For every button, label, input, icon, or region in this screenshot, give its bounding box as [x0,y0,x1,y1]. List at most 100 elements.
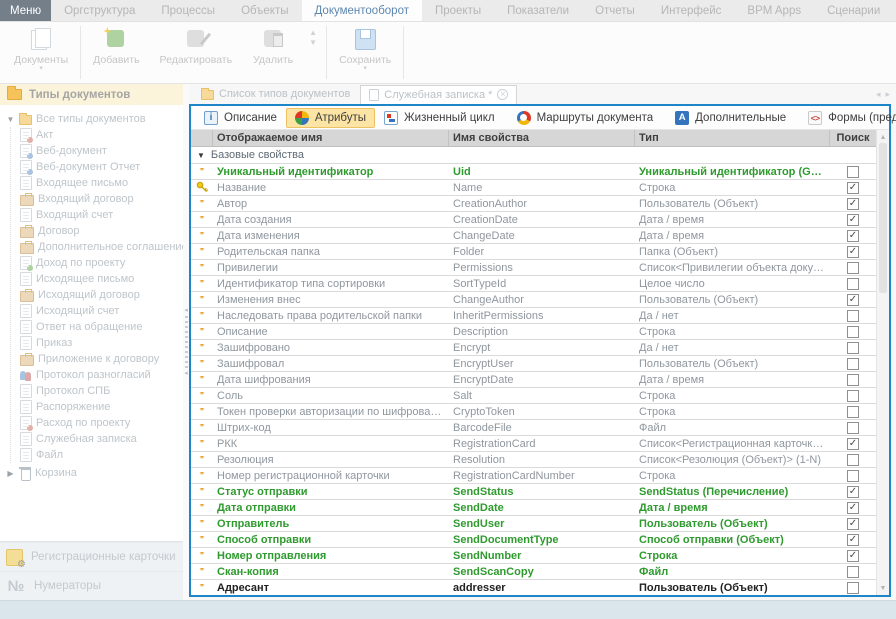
table-row-Name[interactable]: Название Name Строка ✓ [191,179,876,195]
tree-item-14[interactable]: Приложение к договору [11,351,183,367]
search-checkbox[interactable] [847,166,859,178]
table-row-EncryptDate[interactable]: * Дата шифрования EncryptDate Дата / вре… [191,371,876,387]
collapse-left-icon[interactable]: ◂ [184,370,188,377]
table-row-BarcodeFile[interactable]: * Штрих-код BarcodeFile Файл [191,419,876,435]
save-button[interactable]: Сохранить ▾ [329,22,401,83]
splitter-handle[interactable] [185,316,188,368]
scrollbar-thumb[interactable] [879,143,887,293]
tree-item-15[interactable]: Протокол разногласий [11,367,183,383]
registration-cards-pane[interactable]: Регистрационные карточки [0,542,183,571]
scroll-up-icon[interactable]: ▼ [877,130,889,143]
search-checkbox[interactable] [847,582,859,594]
table-row-CreationDate[interactable]: * Дата создания CreationDate Дата / врем… [191,211,876,227]
menu-tab-8[interactable]: Интерфейс [648,0,735,21]
tree-item-6[interactable]: Договор [11,223,183,239]
search-checkbox[interactable] [847,326,859,338]
menu-tab-0[interactable]: Меню [0,0,51,21]
tree-item-10[interactable]: Исходящий договор [11,287,183,303]
search-checkbox[interactable] [847,310,859,322]
document-tab-0[interactable]: Список типов документов [193,85,358,104]
table-row-EncryptUser[interactable]: * Зашифровал EncryptUser Пользователь (О… [191,355,876,371]
table-row-Uid[interactable]: * Уникальный идентификатор Uid Уникальны… [191,163,876,179]
search-checkbox[interactable]: ✓ [847,230,859,242]
table-row-ChangeAuthor[interactable]: * Изменения внес ChangeAuthor Пользовате… [191,291,876,307]
search-checkbox[interactable] [847,374,859,386]
search-checkbox[interactable]: ✓ [847,534,859,546]
search-checkbox[interactable]: ✓ [847,502,859,514]
table-row-addresser[interactable]: * Адресант addresser Пользователь (Объек… [191,579,876,595]
menu-tab-5[interactable]: Проекты [422,0,494,21]
tree-item-trash[interactable]: ▶ Корзина [0,465,183,481]
column-header-property-name[interactable]: Имя свойства [449,130,635,146]
tree-item-12[interactable]: Ответ на обращение [11,319,183,335]
table-row-Resolution[interactable]: * Резолюция Resolution Список<Резолюция … [191,451,876,467]
numerators-pane[interactable]: № Нумераторы [0,571,183,600]
table-row-RegistrationCardNumber[interactable]: * Номер регистрационной карточки Registr… [191,467,876,483]
table-row-SendDate[interactable]: * Дата отправки SendDate Дата / время ✓ [191,499,876,515]
column-header-type[interactable]: Тип [635,130,830,146]
tree-item-8[interactable]: Доход по проекту [11,255,183,271]
tree-item-1[interactable]: Веб-документ [11,143,183,159]
table-row-Folder[interactable]: * Родительская папка Folder Папка (Объек… [191,243,876,259]
search-checkbox[interactable] [847,358,859,370]
tree-item-5[interactable]: Входящий счет [11,207,183,223]
tree-item-9[interactable]: Исходящее письмо [11,271,183,287]
close-icon[interactable]: × [497,89,508,100]
tab-дополнительные[interactable]: A Дополнительные [666,108,795,128]
tree-item-4[interactable]: Входящий договор [11,191,183,207]
table-row-SendScanCopy[interactable]: * Скан-копия SendScanCopy Файл [191,563,876,579]
table-row-Salt[interactable]: * Соль Salt Строка [191,387,876,403]
table-row-InheritPermissions[interactable]: * Наследовать права родительской папки I… [191,307,876,323]
menu-tab-10[interactable]: Сценарии [814,0,893,21]
table-row-Permissions[interactable]: * Привилегии Permissions Список<Привилег… [191,259,876,275]
search-checkbox[interactable] [847,406,859,418]
tab-описание[interactable]: i Описание [195,108,286,128]
tree-item-11[interactable]: Исходящий счет [11,303,183,319]
tab-scroll-right-icon[interactable]: ▸ [885,89,890,100]
tab-маршруты-документа[interactable]: Маршруты документа [508,108,663,128]
expander-icon[interactable]: ▼ [6,115,15,124]
search-checkbox[interactable]: ✓ [847,182,859,194]
search-checkbox[interactable]: ✓ [847,198,859,210]
tree-item-20[interactable]: Файл [11,447,183,463]
group-row-base-properties[interactable]: ▼ Базовые свойства [191,147,876,163]
table-row-Encrypt[interactable]: * Зашифровано Encrypt Да / нет [191,339,876,355]
documents-button[interactable]: Документы ▾ [4,22,78,83]
collapse-left-icon[interactable]: ◂ [184,307,188,314]
scroll-down-icon[interactable]: ▼ [877,582,889,595]
search-checkbox[interactable]: ✓ [847,550,859,562]
search-checkbox[interactable] [847,278,859,290]
tree-root-all-types[interactable]: ▼ Все типы документов [0,111,183,127]
tree-item-16[interactable]: Протокол СПБ [11,383,183,399]
menu-tab-2[interactable]: Процессы [148,0,228,21]
tab-атрибуты[interactable]: Атрибуты [286,108,375,128]
search-checkbox[interactable] [847,566,859,578]
search-checkbox[interactable]: ✓ [847,214,859,226]
table-row-CreationAuthor[interactable]: * Автор CreationAuthor Пользователь (Объ… [191,195,876,211]
table-row-SortTypeId[interactable]: * Идентификатор типа сортировки SortType… [191,275,876,291]
search-checkbox[interactable] [847,262,859,274]
tree-item-13[interactable]: Приказ [11,335,183,351]
column-header-display-name[interactable]: Отображаемое имя [213,130,449,146]
tree-item-3[interactable]: Входящее письмо [11,175,183,191]
tree-item-2[interactable]: Веб-документ Отчет [11,159,183,175]
menu-tab-9[interactable]: BPM Apps [734,0,814,21]
table-row-SendNumber[interactable]: * Номер отправления SendNumber Строка ✓ [191,547,876,563]
search-checkbox[interactable]: ✓ [847,246,859,258]
add-button[interactable]: Добавить [83,22,149,83]
search-checkbox[interactable] [847,454,859,466]
expander-icon[interactable]: ▶ [6,469,15,478]
search-checkbox[interactable] [847,422,859,434]
search-checkbox[interactable] [847,342,859,354]
menu-tab-1[interactable]: Оргструктура [51,0,148,21]
tree-item-7[interactable]: Дополнительное соглашение [11,239,183,255]
search-checkbox[interactable]: ✓ [847,518,859,530]
menu-tab-6[interactable]: Показатели [494,0,582,21]
search-checkbox[interactable] [847,470,859,482]
tab-scroll-left-icon[interactable]: ◂ [876,89,881,100]
vertical-scrollbar[interactable]: ▼ ▼ [876,130,889,595]
search-checkbox[interactable] [847,390,859,402]
tree-item-19[interactable]: Служебная записка [11,431,183,447]
tab-жизненный-цикл[interactable]: Жизненный цикл [375,108,504,128]
tab-формы-представления-[interactable]: <> Формы (представления) [799,108,896,128]
